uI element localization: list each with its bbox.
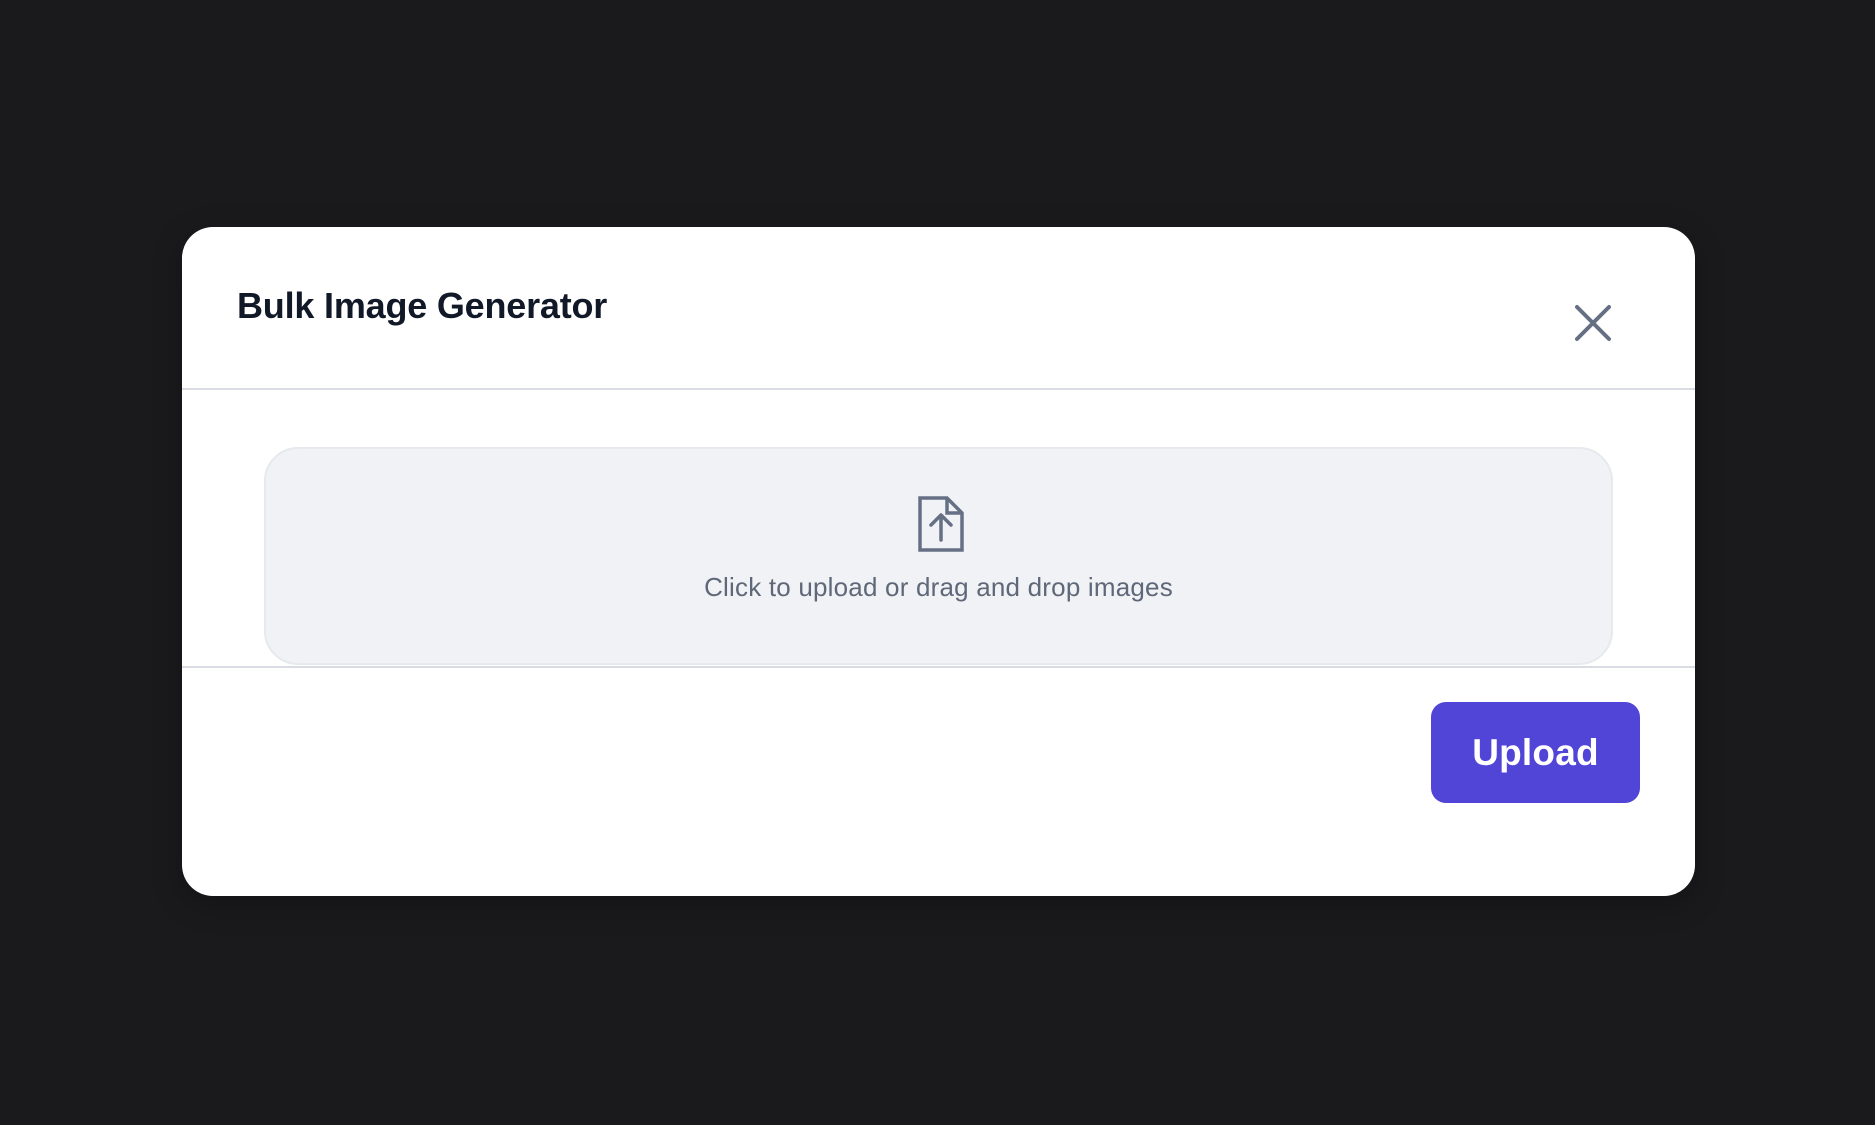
modal-body: Click to upload or drag and drop images	[182, 390, 1695, 668]
close-icon	[1575, 305, 1611, 341]
file-upload-icon	[918, 496, 964, 552]
modal-footer: Upload	[182, 668, 1695, 896]
close-button[interactable]	[1563, 293, 1623, 353]
bulk-image-generator-modal: Bulk Image Generator Click to upload or …	[182, 227, 1695, 896]
upload-dropzone[interactable]: Click to upload or drag and drop images	[264, 447, 1613, 665]
modal-title: Bulk Image Generator	[237, 285, 608, 326]
modal-header: Bulk Image Generator	[182, 227, 1695, 390]
dropzone-text: Click to upload or drag and drop images	[704, 572, 1173, 602]
upload-button[interactable]: Upload	[1431, 702, 1640, 803]
